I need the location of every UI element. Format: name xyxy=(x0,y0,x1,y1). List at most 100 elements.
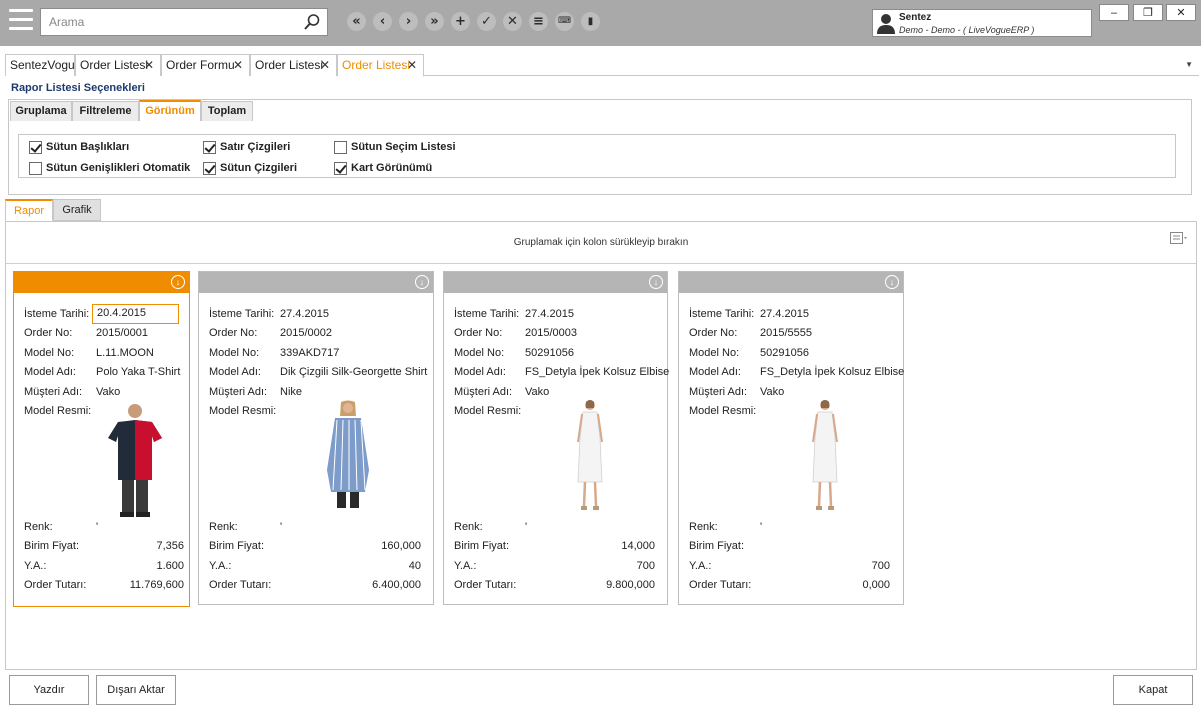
search-input[interactable] xyxy=(49,13,299,31)
card-expand-icon[interactable]: ↓ xyxy=(415,275,429,289)
next-icon[interactable]: › xyxy=(399,12,418,31)
trash-icon[interactable]: ▮ xyxy=(581,12,600,31)
field-value: 40 xyxy=(408,560,421,572)
card-expand-icon[interactable]: ↓ xyxy=(171,275,185,289)
white-dress-photo xyxy=(812,400,838,510)
field-label: Model Resmi: xyxy=(24,405,92,417)
close-window-button[interactable]: ✕ xyxy=(1166,4,1196,21)
export-button[interactable]: Dışarı Aktar xyxy=(96,675,176,705)
order-card[interactable]: ↓ İsteme Tarihi: 20.4.2015 Order No: 2015… xyxy=(13,271,190,607)
field-label: Müşteri Adı: xyxy=(454,386,513,398)
tab-gruplama[interactable]: Gruplama xyxy=(10,101,72,121)
document-tabs: SentezVogue Order Listesi ✕ Order Formu ✕ … xyxy=(5,54,1199,77)
checkbox-box[interactable] xyxy=(29,140,42,154)
field-label: Renk: xyxy=(209,521,238,533)
tab-close-icon[interactable]: ✕ xyxy=(144,58,154,72)
column-chooser-icon[interactable] xyxy=(1170,232,1188,246)
tab-sentezvogue[interactable]: SentezVogue xyxy=(5,54,81,76)
hamburger-menu-icon[interactable] xyxy=(9,9,33,36)
field-value: 14,000 xyxy=(621,540,655,552)
close-button[interactable]: Kapat xyxy=(1113,675,1193,705)
field-value: 50291056 xyxy=(760,347,809,359)
field-value: 7,356 xyxy=(156,540,184,552)
last-icon[interactable]: » xyxy=(425,12,444,31)
checkbox-box[interactable] xyxy=(334,161,347,175)
order-card[interactable]: ↓ İsteme Tarihi: 27.4.2015 Order No: 2015/… xyxy=(198,271,434,605)
checkbox-box[interactable] xyxy=(29,161,42,175)
tab-close-icon[interactable]: ✕ xyxy=(407,58,417,72)
add-icon[interactable]: + xyxy=(451,12,470,31)
field-color: Renk: ' xyxy=(209,521,425,535)
date-value: 20.4.2015 xyxy=(97,307,146,319)
delete-x-icon[interactable]: ✕ xyxy=(503,12,522,31)
minimize-button[interactable]: ‒ xyxy=(1099,4,1129,21)
field-value: 11.769,600 xyxy=(129,579,184,591)
field-label: İsteme Tarihi: xyxy=(209,308,275,320)
order-card[interactable]: ↓ İsteme Tarihi: 27.4.2015 Order No: 2015/… xyxy=(443,271,669,605)
checkbox-sutun-genislikleri[interactable]: Sütun Genişlikleri Otomatik xyxy=(29,161,190,175)
field-total: Order Tutarı: 11.769,600 xyxy=(24,579,184,593)
tab-order-listesi-active[interactable]: Order Listesi ✕ xyxy=(337,54,424,77)
tab-order-listesi-2[interactable]: Order Listesi ✕ xyxy=(250,54,337,76)
group-drop-area[interactable]: Gruplamak için kolon sürükleyip bırakın xyxy=(6,222,1196,264)
tab-grafik[interactable]: Grafik xyxy=(53,199,101,221)
checkbox-sutun-cizgileri[interactable]: Sütun Çizgileri xyxy=(203,161,297,175)
title-bar: « ‹ › » + ✓ ✕ ≡ ⌨ ▮ Sentez Demo - Demo -… xyxy=(0,0,1201,46)
search-icon[interactable] xyxy=(303,13,321,31)
field-label: Müşteri Adı: xyxy=(689,386,748,398)
checkbox-box[interactable] xyxy=(203,140,216,154)
date-input[interactable]: 20.4.2015 xyxy=(92,304,179,324)
tab-rapor[interactable]: Rapor xyxy=(5,199,53,221)
field-value: 2015/0002 xyxy=(280,327,332,339)
tabs-dropdown-icon[interactable]: ▼ xyxy=(1185,60,1193,69)
order-card[interactable]: ↓ İsteme Tarihi: 27.4.2015 Order No: 2015/… xyxy=(678,271,904,605)
field-label: Birim Fiyat: xyxy=(689,540,744,552)
field-qty: Y.A.: 700 xyxy=(454,560,655,574)
field-label: Order No: xyxy=(209,327,258,339)
tab-gorunum[interactable]: Görünüm xyxy=(139,100,201,121)
field-value: ' xyxy=(525,521,528,533)
tab-order-listesi-1[interactable]: Order Listesi ✕ xyxy=(75,54,161,76)
field-label: Renk: xyxy=(24,521,53,533)
print-button[interactable]: Yazdır xyxy=(9,675,89,705)
tab-close-icon[interactable]: ✕ xyxy=(233,58,243,72)
field-value: 160,000 xyxy=(381,540,421,552)
tab-label: Toplam xyxy=(207,105,247,117)
checkbox-kart-gorunumu[interactable]: Kart Görünümü xyxy=(334,161,432,175)
card-expand-icon[interactable]: ↓ xyxy=(649,275,663,289)
field-value: 27.4.2015 xyxy=(280,308,329,320)
tab-label: Order Listesi xyxy=(255,58,324,72)
keyboard-icon[interactable]: ⌨ xyxy=(555,12,574,31)
checkbox-box[interactable] xyxy=(203,161,216,175)
field-value: 27.4.2015 xyxy=(760,308,809,320)
tab-order-formu[interactable]: Order Formu ✕ xyxy=(161,54,250,76)
first-icon[interactable]: « xyxy=(347,12,366,31)
tab-toplam[interactable]: Toplam xyxy=(201,101,253,121)
checkbox-box[interactable] xyxy=(334,140,347,154)
tab-label: Order Formu xyxy=(166,58,235,72)
field-label: Model No: xyxy=(689,347,740,359)
checkbox-sutun-secim-listesi[interactable]: Sütun Seçim Listesi xyxy=(334,140,456,154)
field-total: Order Tutarı: 6.400,000 xyxy=(209,579,421,593)
checkbox-sutun-basliklari[interactable]: Sütun Başlıkları xyxy=(29,140,129,154)
striped-shirt-photo xyxy=(327,400,369,508)
field-total: Order Tutarı: 0,000 xyxy=(689,579,890,593)
field-color: Renk: ' xyxy=(24,521,184,535)
tab-filtreleme[interactable]: Filtreleme xyxy=(72,101,139,121)
field-model-no: Model No: 50291056 xyxy=(454,347,659,361)
field-label: Model Resmi: xyxy=(209,405,277,417)
tab-close-icon[interactable]: ✕ xyxy=(320,58,330,72)
field-value: 6.400,000 xyxy=(372,579,421,591)
field-label: Model Adı: xyxy=(24,366,76,378)
field-unit-price: Birim Fiyat: xyxy=(689,540,890,554)
list-icon[interactable]: ≡ xyxy=(529,12,548,31)
field-customer: Müşteri Adı: Vako xyxy=(689,386,895,400)
field-date: İsteme Tarihi: 27.4.2015 xyxy=(454,308,659,322)
checkbox-satir-cizgileri[interactable]: Satır Çizgileri xyxy=(203,140,290,154)
user-box[interactable]: Sentez Demo - Demo - ( LiveVogueERP ) xyxy=(872,9,1092,37)
field-customer: Müşteri Adı: Vako xyxy=(454,386,659,400)
save-check-icon[interactable]: ✓ xyxy=(477,12,496,31)
previous-icon[interactable]: ‹ xyxy=(373,12,392,31)
restore-button[interactable]: ❐ xyxy=(1133,4,1163,21)
card-expand-icon[interactable]: ↓ xyxy=(885,275,899,289)
